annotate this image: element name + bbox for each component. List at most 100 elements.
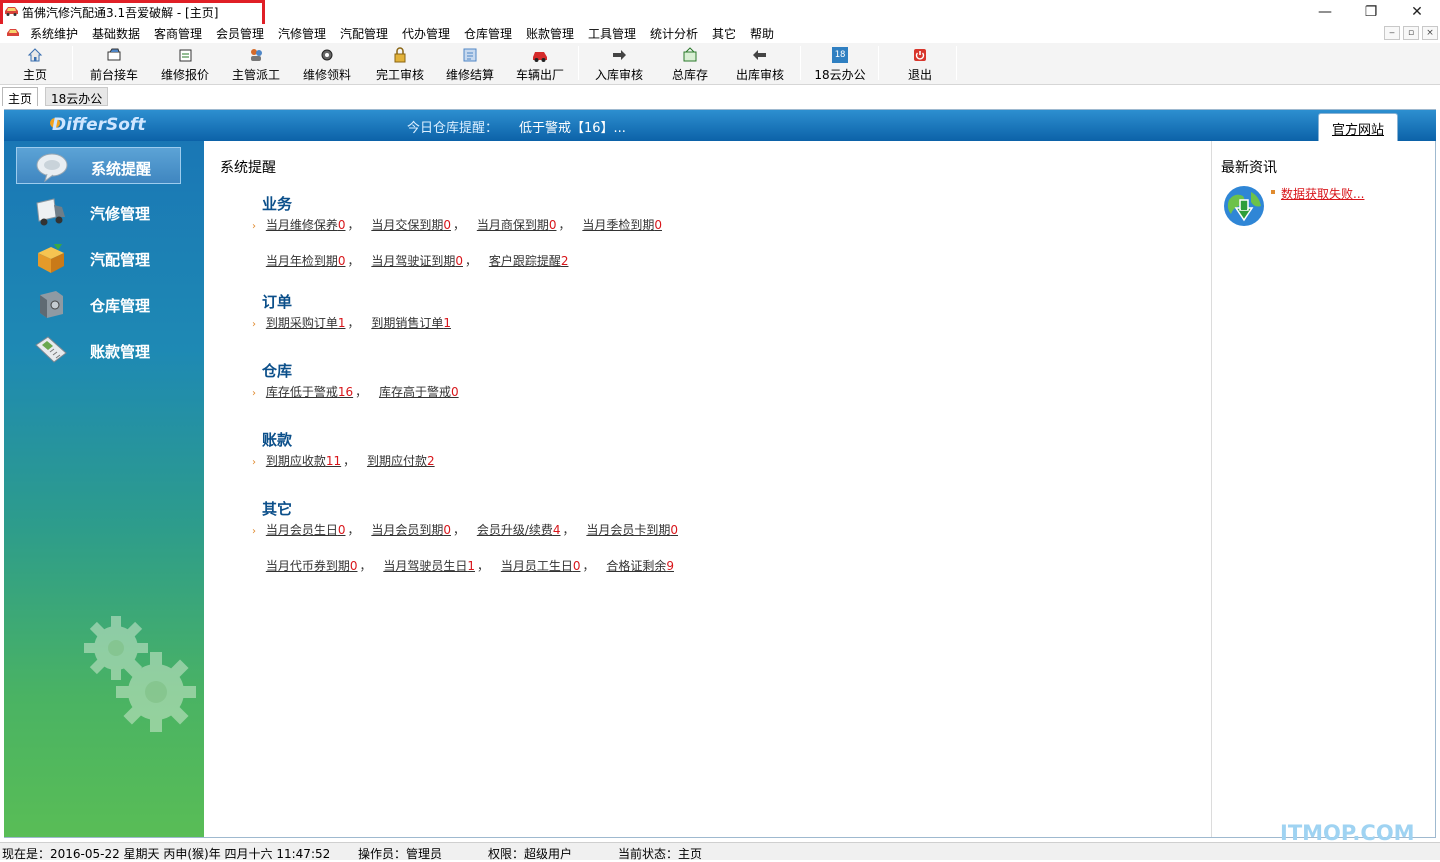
menu-clients[interactable]: 客商管理 xyxy=(154,25,202,42)
completion-lock-icon xyxy=(394,47,406,63)
sidebar-item-system-reminder[interactable]: 系统提醒 xyxy=(16,147,181,184)
reminder-link[interactable]: 合格证剩余9 xyxy=(606,559,674,573)
menu-warehouse[interactable]: 仓库管理 xyxy=(464,25,512,42)
reminder-link[interactable]: 当月维修保养0 xyxy=(266,218,346,232)
dispatch-icon xyxy=(251,49,262,61)
sidebar-item-parts[interactable]: 汽配管理 xyxy=(16,239,181,276)
toolbar-inventory-button[interactable]: 总库存 xyxy=(665,43,715,85)
settlement-icon xyxy=(463,48,477,62)
toolbar-car-exit-button[interactable]: 车辆出厂 xyxy=(510,43,570,85)
warehouse-reminder-label: 今日仓库提醒： xyxy=(407,121,499,136)
stock-in-icon xyxy=(613,50,626,60)
restore-button[interactable]: ❐ xyxy=(1348,0,1394,24)
reminder-link[interactable]: 当月会员生日0 xyxy=(266,523,346,537)
menu-members[interactable]: 会员管理 xyxy=(216,25,264,42)
toolbar-separator xyxy=(800,46,801,80)
toolbar-label: 主管派工 xyxy=(231,68,280,82)
section-title-other: 其它 xyxy=(262,500,293,518)
toolbar-completion-button[interactable]: 完工审核 xyxy=(370,43,430,85)
inventory-icon xyxy=(683,47,697,62)
truck-icon xyxy=(36,198,65,226)
bullet-arrow-icon: › xyxy=(252,457,256,468)
toolbar-home-button[interactable]: 主页 xyxy=(14,43,56,85)
reminder-link[interactable]: 到期销售订单1 xyxy=(371,316,451,330)
toolbar-materials-button[interactable]: 维修领料 xyxy=(297,43,357,85)
menu-tools[interactable]: 工具管理 xyxy=(588,25,636,42)
toolbar-label: 主页 xyxy=(22,68,47,82)
reception-icon xyxy=(107,48,121,61)
menu-accounts[interactable]: 账款管理 xyxy=(526,25,574,42)
tab-home[interactable]: 主页 xyxy=(2,87,39,106)
materials-icon xyxy=(321,49,333,61)
reminder-link[interactable]: 库存高于警戒0 xyxy=(379,385,459,399)
menu-bar: 系统维护 基础数据 客商管理 会员管理 汽修管理 汽配管理 代办管理 仓库管理 … xyxy=(0,24,1440,42)
news-link[interactable]: 数据获取失败... xyxy=(1281,185,1364,202)
reminder-link[interactable]: 到期应收款11 xyxy=(266,454,341,468)
stock-out-icon xyxy=(753,50,766,60)
reminder-link[interactable]: 当月年检到期0 xyxy=(266,254,346,268)
sidebar-item-label: 汽配管理 xyxy=(90,251,151,269)
status-state: 当前状态：主页 xyxy=(618,847,703,861)
toolbar-label: 出库审核 xyxy=(735,68,784,82)
bullet-arrow-icon: › xyxy=(252,526,256,537)
toolbar-dispatch-button[interactable]: 主管派工 xyxy=(226,43,286,85)
reminder-link[interactable]: 当月驾驶员生日1 xyxy=(383,559,475,573)
menu-agency[interactable]: 代办管理 xyxy=(402,25,450,42)
menu-statistics[interactable]: 统计分析 xyxy=(650,25,698,42)
reminder-link[interactable]: 当月季检到期0 xyxy=(582,218,662,232)
mdi-restore-button[interactable]: ▫ xyxy=(1403,26,1419,40)
news-title: 最新资讯 xyxy=(1221,160,1277,176)
sidebar-item-repair[interactable]: 汽修管理 xyxy=(16,193,181,230)
minimize-button[interactable]: — xyxy=(1302,0,1348,24)
reminder-line: › 库存低于警戒16， 库存高于警戒0 xyxy=(252,385,459,399)
official-site-link[interactable]: 官方网站 xyxy=(1318,113,1398,141)
section-title-business: 业务 xyxy=(262,195,293,213)
menu-system[interactable]: 系统维护 xyxy=(30,25,78,42)
reminder-link[interactable]: 当月驾驶证到期0 xyxy=(371,254,463,268)
reminder-link[interactable]: 到期应付款2 xyxy=(367,454,435,468)
reminder-link[interactable]: 客户跟踪提醒2 xyxy=(489,254,569,268)
close-button[interactable]: ✕ xyxy=(1394,0,1440,24)
sidebar-item-warehouse[interactable]: 仓库管理 xyxy=(16,285,181,322)
reminder-link[interactable]: 当月商保到期0 xyxy=(477,218,557,232)
calendar-icon: 18 xyxy=(832,47,848,63)
reminder-link[interactable]: 当月员工生日0 xyxy=(501,559,581,573)
status-operator: 操作员：管理员 xyxy=(358,847,443,861)
menu-basic-data[interactable]: 基础数据 xyxy=(92,25,140,42)
toolbar-stock-out-button[interactable]: 出库审核 xyxy=(730,43,790,85)
reminder-link[interactable]: 会员升级/续费4 xyxy=(477,523,561,537)
toolbar-separator xyxy=(956,46,957,80)
menu-help[interactable]: 帮助 xyxy=(750,25,774,42)
sidebar-item-accounts[interactable]: 账款管理 xyxy=(16,331,181,368)
mdi-close-button[interactable]: × xyxy=(1422,26,1438,40)
reminder-line: › 当月维修保养0， 当月交保到期0， 当月商保到期0， 当月季检到期0 xyxy=(252,218,662,232)
header-band xyxy=(4,110,1436,141)
section-title-warehouse: 仓库 xyxy=(262,362,293,380)
toolbar-label: 维修报价 xyxy=(160,68,209,82)
payment-terminal-icon xyxy=(35,336,67,363)
reminder-link[interactable]: 当月代币券到期0 xyxy=(266,559,358,573)
tab-cloud-office[interactable]: 18云办公 xyxy=(45,87,109,106)
mdi-minimize-button[interactable]: ‒ xyxy=(1384,26,1400,40)
toolbar-reception-button[interactable]: 前台接车 xyxy=(84,43,144,85)
reminder-link[interactable]: 当月会员卡到期0 xyxy=(586,523,678,537)
menu-repair[interactable]: 汽修管理 xyxy=(278,25,326,42)
reminder-link[interactable]: 到期采购订单1 xyxy=(266,316,346,330)
toolbar-stock-in-button[interactable]: 入库审核 xyxy=(590,43,648,85)
toolbar-cloud-office-button[interactable]: 18 18云办公 xyxy=(810,43,870,85)
reminder-line: › 当月会员生日0， 当月会员到期0， 会员升级/续费4， 当月会员卡到期0 xyxy=(252,523,679,537)
bullet-arrow-icon: › xyxy=(252,319,256,330)
menu-other[interactable]: 其它 xyxy=(712,25,736,42)
gears-decoration-icon xyxy=(84,616,196,732)
toolbar-quote-button[interactable]: 维修报价 xyxy=(155,43,215,85)
toolbar-settlement-button[interactable]: 维修结算 xyxy=(440,43,500,85)
toolbar-exit-button[interactable]: 退出 xyxy=(900,43,940,85)
warehouse-reminder-value[interactable]: 低于警戒【16】... xyxy=(519,117,626,136)
reminder-link[interactable]: 库存低于警戒16 xyxy=(266,385,353,399)
menu-parts[interactable]: 汽配管理 xyxy=(340,25,388,42)
parts-box-icon xyxy=(38,244,64,273)
reminder-link[interactable]: 当月交保到期0 xyxy=(371,218,451,232)
toolbar-separator xyxy=(72,46,73,80)
reminder-link[interactable]: 当月会员到期0 xyxy=(371,523,451,537)
bullet-arrow-icon: › xyxy=(252,388,256,399)
